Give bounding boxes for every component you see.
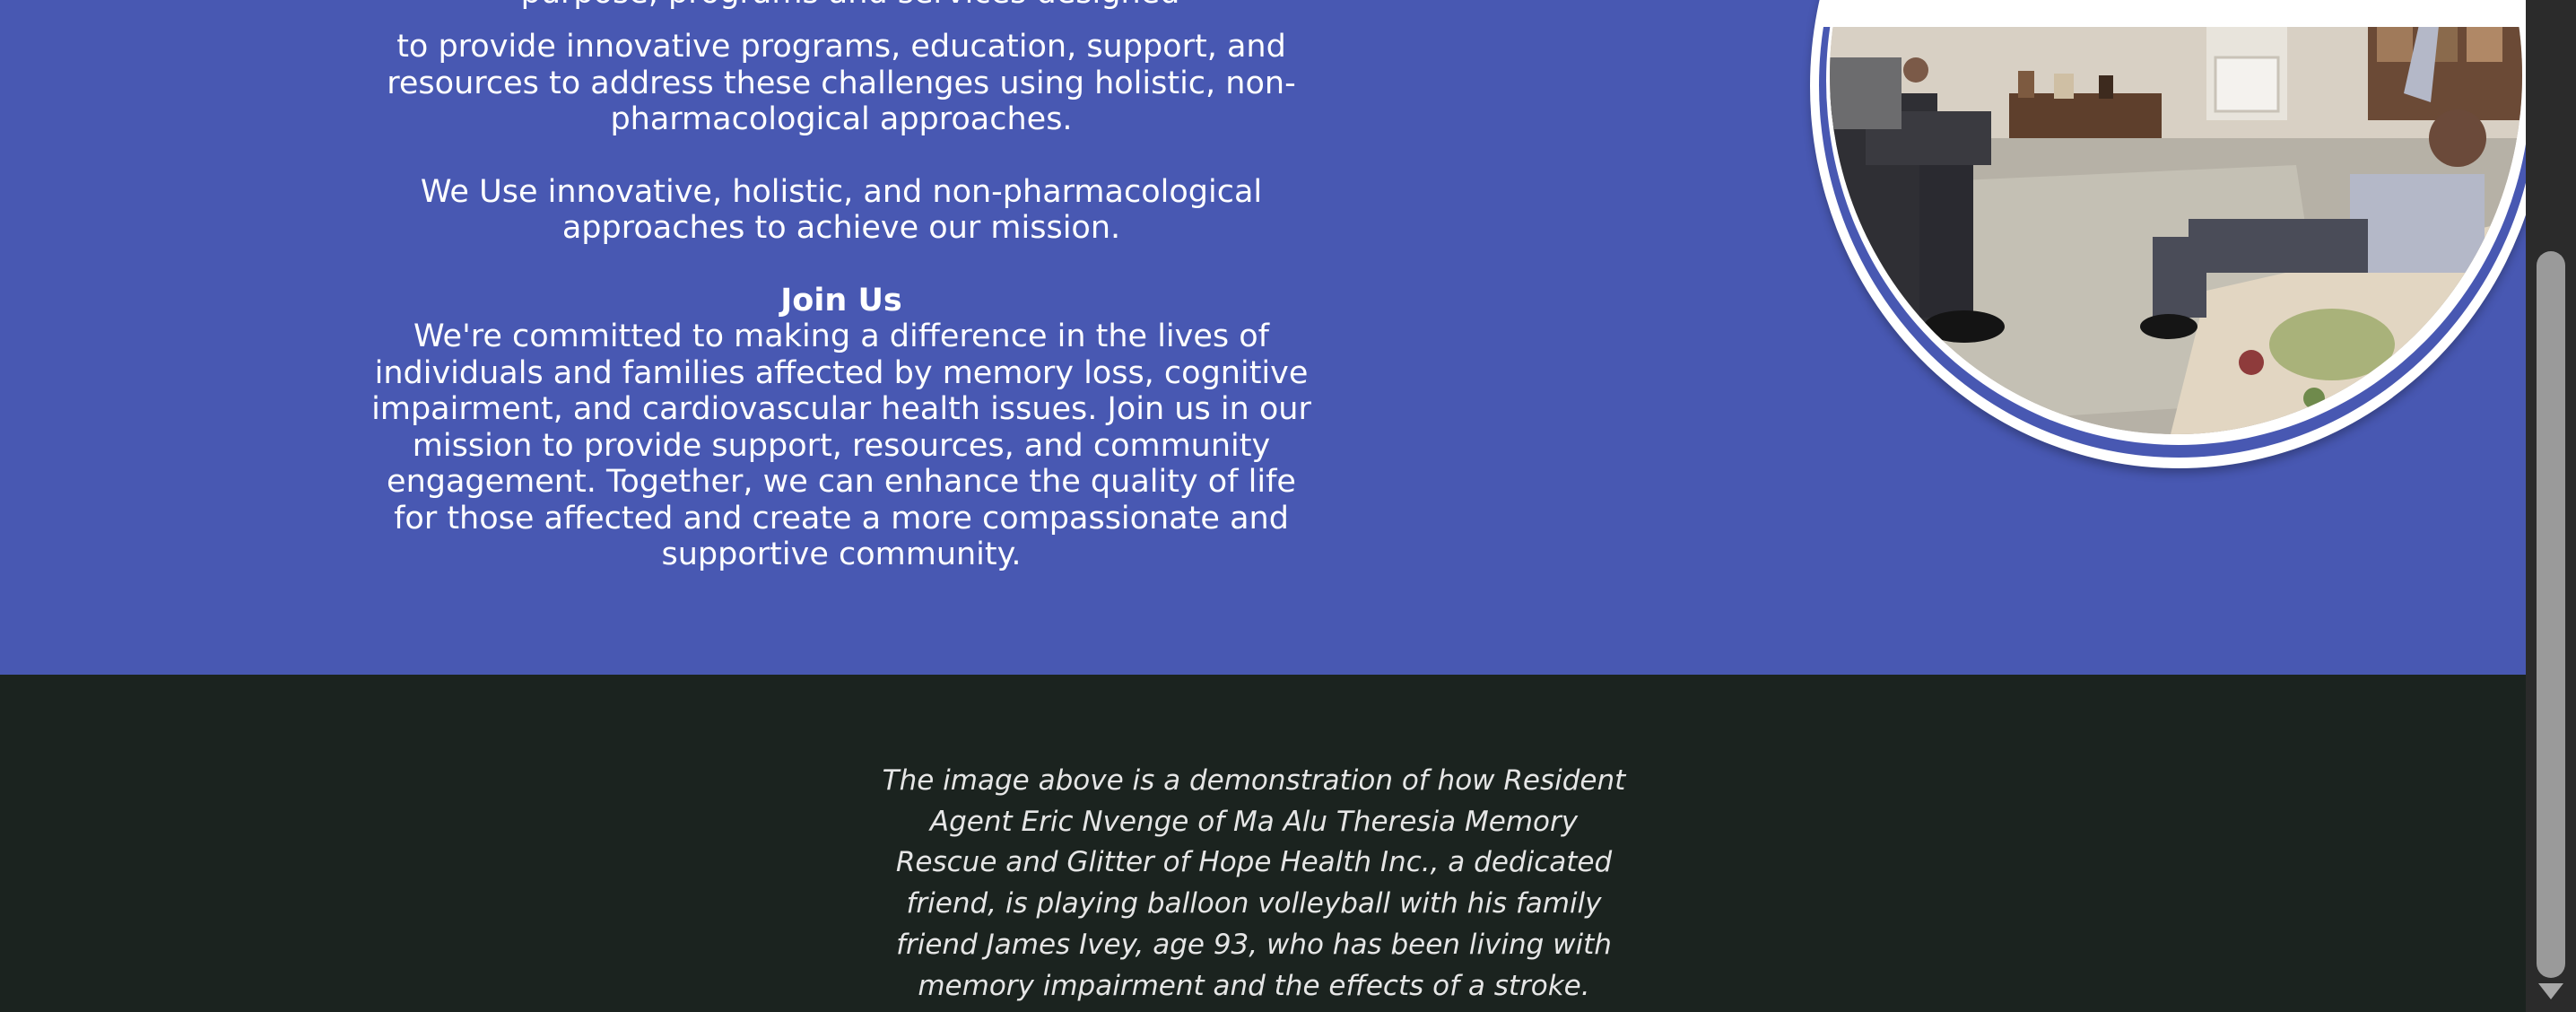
join-us-heading: Join Us — [780, 282, 902, 318]
mission-paragraph: to provide innovative programs, educatio… — [387, 29, 1296, 137]
vertical-scrollbar[interactable] — [2526, 0, 2576, 1012]
scroll-down-arrow-icon[interactable] — [2538, 983, 2563, 999]
scrollbar-thumb[interactable] — [2537, 251, 2565, 978]
photo-top-strip — [1821, 0, 2526, 27]
about-section: purpose, programs and services designed … — [0, 0, 2526, 675]
join-us-paragraph: We're committed to making a difference i… — [371, 318, 1311, 572]
about-text-column: purpose, programs and services designed … — [370, 0, 1313, 573]
approach-paragraph: We Use innovative, holistic, and non-pha… — [420, 173, 1263, 247]
circular-photo-frame — [1810, 0, 2526, 468]
cut-off-text-line: purpose, programs and services designed — [387, 0, 1313, 12]
photo-caption: The image above is a demonstration of ho… — [882, 764, 1626, 1002]
caption-section: The image above is a demonstration of ho… — [0, 675, 2526, 1012]
